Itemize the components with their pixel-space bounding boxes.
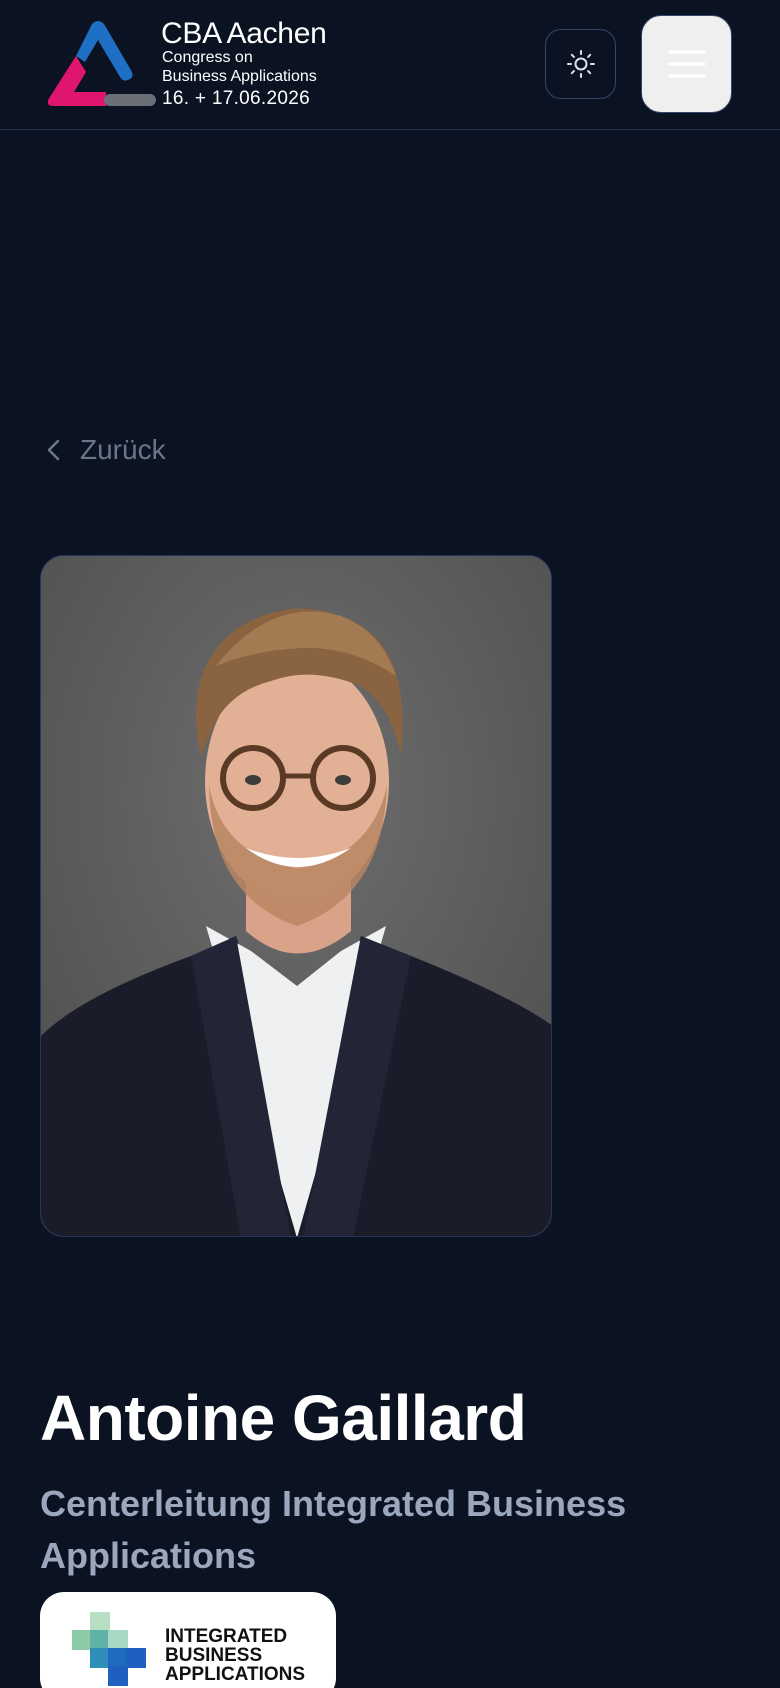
sun-icon <box>566 50 595 78</box>
speaker-photo <box>40 555 552 1237</box>
speaker-name: Antoine Gaillard <box>40 1382 527 1454</box>
back-label: Zurück <box>80 434 166 465</box>
speaker-role: Centerleitung Integrated Business Applic… <box>40 1483 627 1576</box>
chevron-left-icon <box>47 439 60 461</box>
menu-button[interactable] <box>641 15 732 113</box>
speaker-portrait-image <box>41 556 551 1236</box>
theme-toggle-button[interactable] <box>545 29 616 99</box>
logo-subtitle-line2: Business Applications <box>162 68 317 85</box>
logo-title: CBA Aachen <box>161 17 327 50</box>
hamburger-menu-icon <box>667 50 706 78</box>
site-header: CBA Aachen Congress on Business Applicat… <box>0 0 780 130</box>
logo-subtitle-line1: Congress on <box>162 49 253 66</box>
back-link[interactable]: Zurück <box>44 428 166 472</box>
cba-logo-icon <box>48 21 156 106</box>
ibaa-logo-icon <box>72 1612 146 1686</box>
company-logo-card: INTEGRATED BUSINESS APPLICATIONS <box>40 1592 336 1688</box>
company-logo-text: INTEGRATED BUSINESS APPLICATIONS <box>165 1626 306 1685</box>
event-date: 16. + 17.06.2026 <box>162 88 310 109</box>
